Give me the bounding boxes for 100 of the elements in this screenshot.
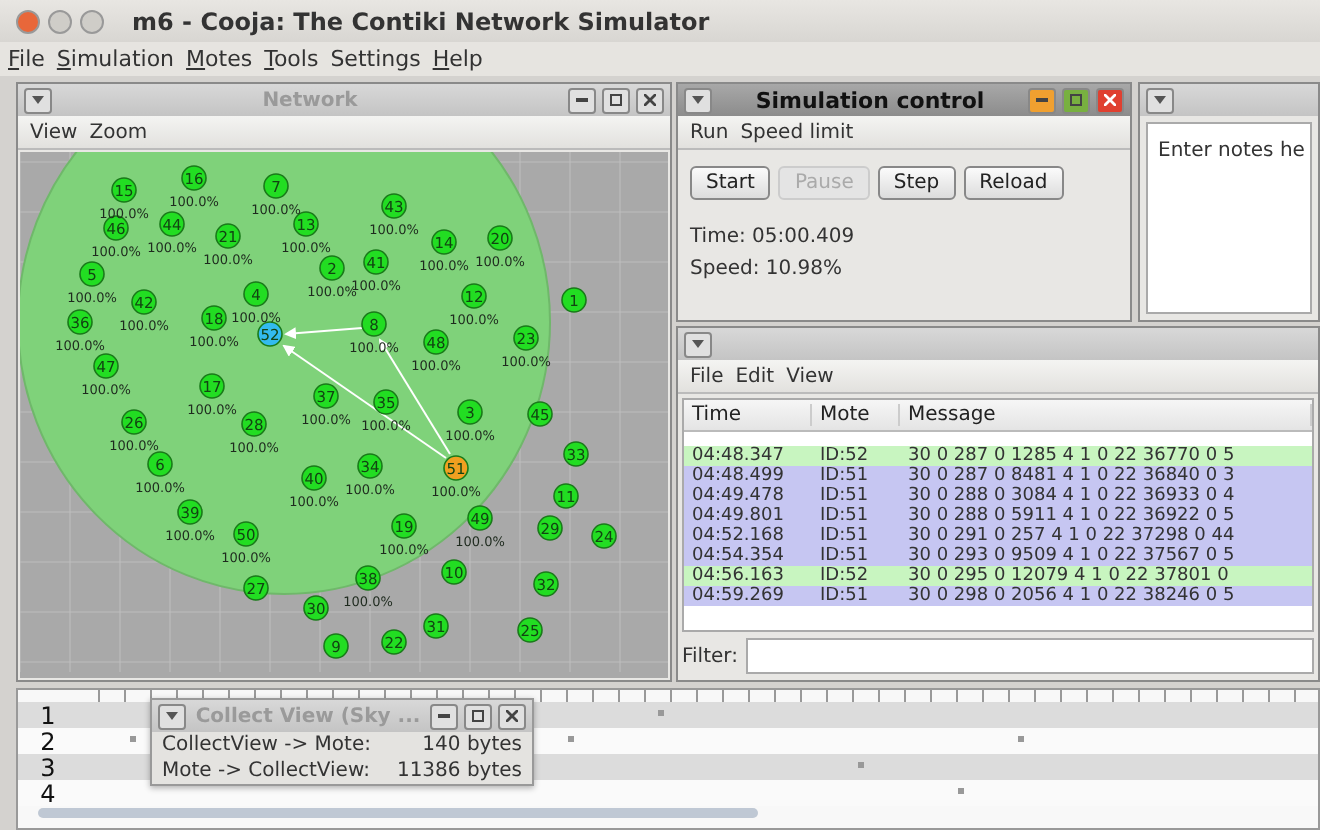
- time-cell-text: 04:54.354: [690, 546, 786, 566]
- window-title: m6 - Cooja: The Contiki Network Simulator: [132, 7, 710, 35]
- minimize-icon: [576, 98, 588, 102]
- message-cell-text: 30 0 298 0 2056 4 1 0 22 38246 0 5: [906, 586, 1237, 606]
- control-button[interactable]: Start: [690, 166, 771, 200]
- mote-cell-text: ID:51: [818, 526, 871, 546]
- menu-item[interactable]: Run: [690, 121, 729, 143]
- menu-item[interactable]: Simulation: [56, 46, 175, 72]
- event-mark: [658, 710, 664, 716]
- close-icon: [1104, 94, 1116, 106]
- scrollbar-thumb[interactable]: [38, 808, 758, 818]
- link-arrow: [284, 327, 363, 340]
- minimize-icon: [1036, 98, 1048, 102]
- row-number: 3: [38, 753, 58, 781]
- message-cell-text: 30 0 287 0 8481 4 1 0 22 36840 0 3: [906, 466, 1237, 486]
- column-header[interactable]: Mote: [812, 404, 900, 426]
- control-button[interactable]: Reload: [963, 166, 1064, 200]
- dropdown-icon: [1154, 96, 1166, 104]
- mote-cell-text: ID:51: [818, 506, 871, 526]
- dropdown-icon: [692, 96, 704, 104]
- filter-label: Filter:: [682, 645, 738, 667]
- time-cell-text: 04:52.168: [690, 526, 786, 546]
- close-icon: [644, 94, 656, 106]
- time-readout: Time: 05:00.409: [690, 226, 857, 248]
- window-title: Collect View (Sky ...: [193, 705, 423, 727]
- close-button[interactable]: [498, 703, 526, 729]
- window-menu-button[interactable]: [158, 703, 186, 729]
- menu-item[interactable]: View: [786, 365, 834, 387]
- menu-item[interactable]: Speed limit: [740, 121, 854, 143]
- mote-cell-text: ID:51: [818, 486, 871, 506]
- close-button[interactable]: [636, 87, 664, 113]
- mote-cell-text: ID:51: [818, 586, 871, 606]
- mote-cell-text: ID:52: [818, 566, 871, 586]
- row-number: 4: [38, 779, 58, 807]
- notes-field[interactable]: Enter notes he: [1146, 122, 1312, 314]
- stat-value: 11386 bytes: [396, 760, 522, 782]
- close-icon: [506, 710, 518, 722]
- speed-readout: Speed: 10.98%: [690, 258, 845, 280]
- menu-item[interactable]: Settings: [330, 46, 421, 72]
- event-mark: [858, 762, 864, 768]
- menu-item[interactable]: View: [30, 121, 78, 143]
- menu-item[interactable]: Edit: [735, 365, 775, 387]
- maximize-icon: [472, 710, 484, 722]
- mote-cell-text: ID:52: [818, 446, 871, 466]
- time-cell-text: 04:48.499: [690, 466, 786, 486]
- time-cell-text: 04:48.347: [690, 446, 786, 466]
- log-row[interactable]: 04:52.168 ID:51 30 0 291 0 257 4 1 0 22 37298 0 44: [684, 526, 1312, 546]
- time-cell-text: 04:59.269: [690, 586, 786, 606]
- time-cell-text: 04:49.478: [690, 486, 786, 506]
- mote-cell-text: ID:51: [818, 546, 871, 566]
- log-row[interactable]: 04:48.499 ID:51 30 0 287 0 8481 4 1 0 22 36840 0 3: [684, 466, 1312, 486]
- maximize-button[interactable]: [1062, 87, 1090, 113]
- event-mark: [130, 736, 136, 742]
- log-row[interactable]: 04:48.347 ID:52 30 0 287 0 1285 4 1 0 22 36770 0 5: [684, 446, 1312, 466]
- stat-label: Mote -> CollectView:: [162, 760, 370, 782]
- window-title: Network: [260, 89, 360, 111]
- log-row[interactable]: 04:49.801 ID:51 30 0 288 0 5911 4 1 0 22 36922 0 5: [684, 506, 1312, 526]
- menu-item[interactable]: File: [8, 46, 45, 72]
- minimize-button[interactable]: [430, 703, 458, 729]
- log-row[interactable]: 04:56.163 ID:52 30 0 295 0 12079 4 1 0 22 37801 0: [684, 566, 1312, 586]
- message-cell-text: 30 0 293 0 9509 4 1 0 22 37567 0 5: [906, 546, 1237, 566]
- message-cell-text: 30 0 288 0 3084 4 1 0 22 36933 0 4: [906, 486, 1237, 506]
- event-mark: [1018, 736, 1024, 742]
- time-cell-text: 04:56.163: [690, 566, 786, 586]
- window-menu-button[interactable]: [684, 87, 712, 113]
- minimize-button[interactable]: [568, 87, 596, 113]
- window-menu-button[interactable]: [684, 331, 712, 357]
- row-number: 1: [38, 701, 58, 729]
- stat-value: 140 bytes: [422, 734, 522, 756]
- minimize-button[interactable]: [1028, 87, 1056, 113]
- event-mark: [568, 736, 574, 742]
- menu-item[interactable]: File: [690, 365, 724, 387]
- filter-field[interactable]: [745, 638, 1314, 674]
- maximize-icon: [610, 94, 622, 106]
- message-cell-text: 30 0 295 0 12079 4 1 0 22 37801 0: [906, 566, 1231, 586]
- menu-item[interactable]: Zoom: [89, 121, 148, 143]
- stat-label: CollectView -> Mote:: [162, 734, 371, 756]
- dropdown-icon: [692, 340, 704, 348]
- log-row[interactable]: 04:54.354 ID:51 30 0 293 0 9509 4 1 0 22 37567 0 5: [684, 546, 1312, 566]
- window-title: Simulation control: [753, 87, 987, 113]
- dropdown-icon: [166, 712, 178, 720]
- column-header[interactable]: Message: [900, 404, 1312, 426]
- window-menu-button[interactable]: [24, 87, 52, 113]
- column-header[interactable]: Time: [684, 404, 812, 426]
- dropdown-icon: [32, 96, 44, 104]
- message-cell-text: 30 0 291 0 257 4 1 0 22 37298 0 44: [906, 526, 1237, 546]
- menu-item[interactable]: Tools: [264, 46, 319, 72]
- minimize-icon: [438, 714, 450, 718]
- control-button[interactable]: Step: [877, 166, 956, 200]
- log-row[interactable]: 04:49.478 ID:51 30 0 288 0 3084 4 1 0 22 36933 0 4: [684, 486, 1312, 506]
- log-row[interactable]: 04:59.269 ID:51 30 0 298 0 2056 4 1 0 22 38246 0 5: [684, 586, 1312, 606]
- menu-item[interactable]: Help: [432, 46, 483, 72]
- window-menu-button[interactable]: [1146, 87, 1174, 113]
- menu-item[interactable]: Motes: [186, 46, 253, 72]
- close-button[interactable]: [1096, 87, 1124, 113]
- maximize-button[interactable]: [464, 703, 492, 729]
- event-mark: [958, 788, 964, 794]
- maximize-button[interactable]: [602, 87, 630, 113]
- row-number: 2: [38, 727, 58, 755]
- message-cell-text: 30 0 287 0 1285 4 1 0 22 36770 0 5: [906, 446, 1237, 466]
